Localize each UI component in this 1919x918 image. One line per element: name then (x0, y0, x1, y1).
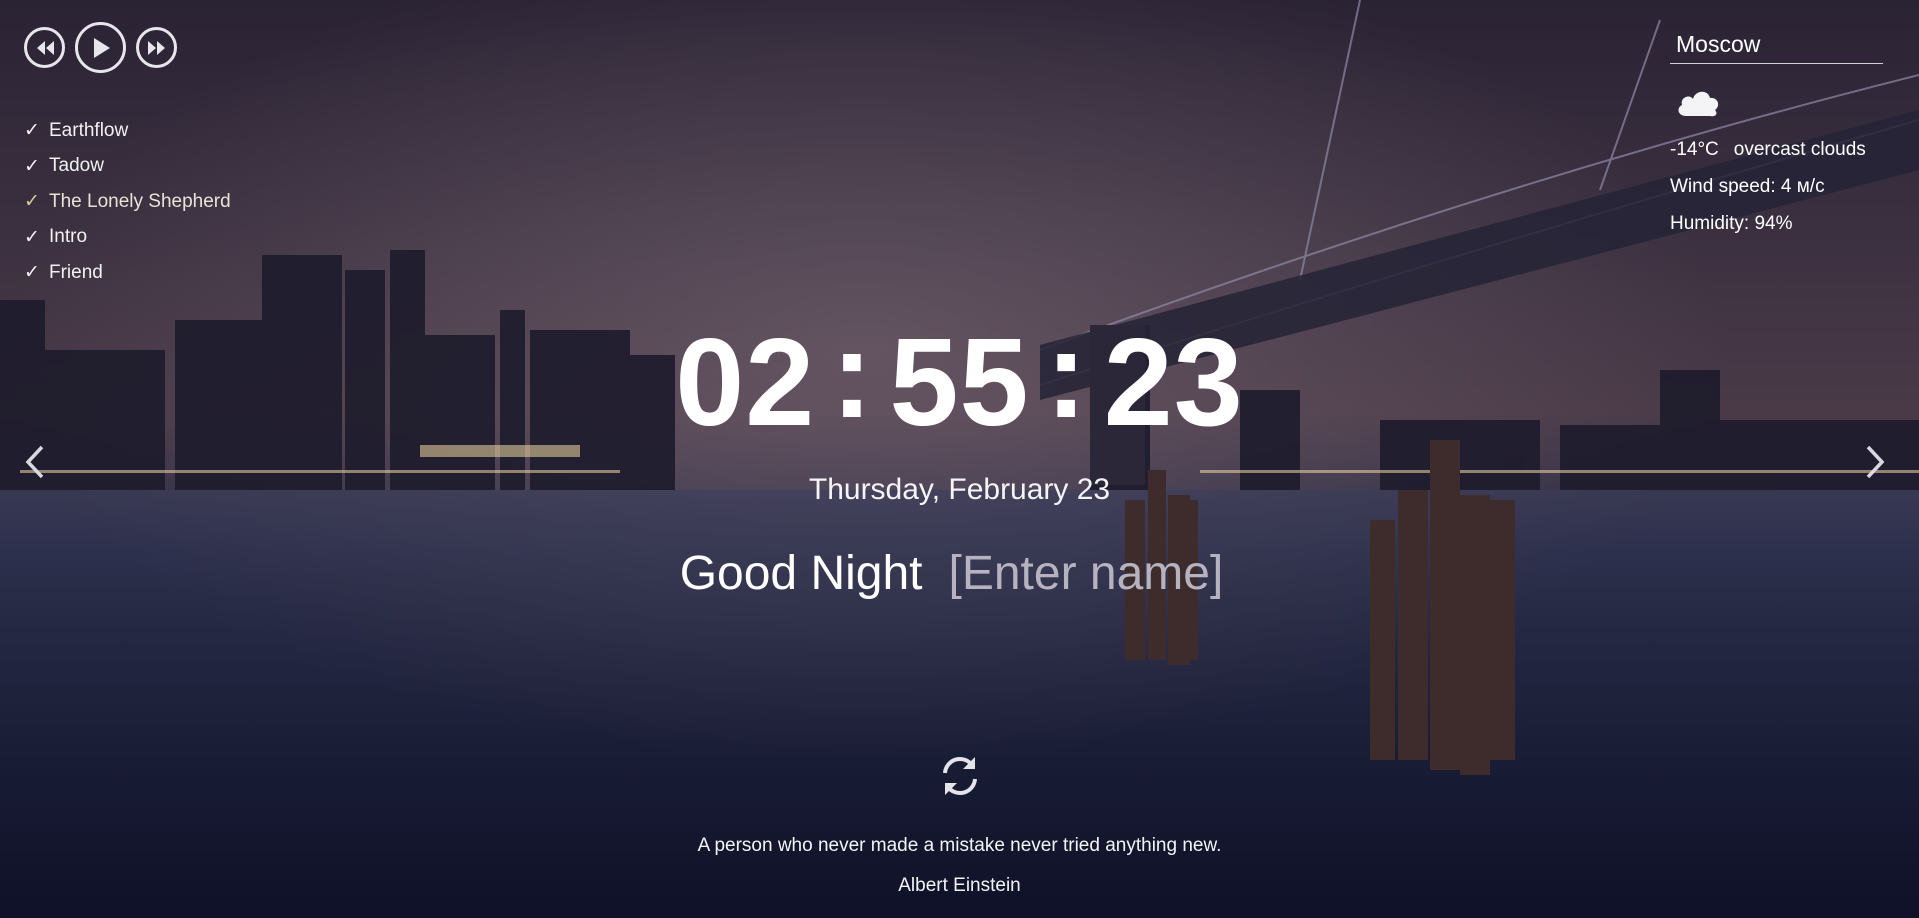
track-title: Tadow (49, 155, 104, 177)
date-display: Thursday, February 23 (808, 473, 1111, 506)
next-track-button[interactable] (136, 27, 177, 68)
check-icon: ✓ (24, 262, 40, 284)
play-icon (93, 37, 110, 58)
track-title: Intro (49, 226, 88, 248)
refresh-quote-button[interactable] (937, 753, 983, 799)
check-icon: ✓ (24, 226, 40, 248)
playlist-item-active[interactable]: ✓ The Lonely Shepherd (24, 184, 231, 220)
playlist-item[interactable]: ✓ Friend (24, 255, 231, 291)
greeting: Good Night [Enter name] (0, 546, 1919, 601)
playlist-item[interactable]: ✓ Tadow (24, 149, 231, 185)
name-input[interactable]: [Enter name] (949, 546, 1224, 601)
clock-seconds: 23 (1103, 314, 1244, 452)
track-title: Earthflow (49, 119, 129, 141)
quote-author: Albert Einstein (898, 875, 1021, 896)
check-icon: ✓ (24, 120, 40, 142)
wind-speed: Wind speed: 4 м/с (1670, 176, 1825, 197)
quote-text: A person who never made a mistake never … (697, 835, 1222, 856)
weather-summary: -14°C overcast clouds (1670, 138, 1883, 161)
clock-separator: : (1045, 306, 1088, 444)
clock-minutes: 55 (889, 314, 1030, 452)
playlist-item[interactable]: ✓ Intro (24, 220, 231, 256)
playlist-item[interactable]: ✓ Earthflow (24, 113, 231, 149)
track-title: Friend (49, 261, 103, 283)
play-button[interactable] (75, 22, 126, 73)
playlist: ✓ Earthflow ✓ Tadow ✓ The Lonely Shepherd ✓… (24, 113, 231, 291)
cloud-icon (1674, 84, 1883, 124)
weather-description: overcast clouds (1733, 139, 1866, 160)
temperature: -14°C (1670, 139, 1719, 160)
weather-widget: -14°C overcast clouds Wind speed: 4 м/с H… (1670, 26, 1883, 235)
audio-player (24, 22, 177, 73)
city-input[interactable] (1670, 26, 1883, 64)
fast-forward-icon (147, 40, 165, 55)
refresh-icon (943, 757, 977, 795)
check-icon: ✓ (24, 155, 40, 177)
clock: 02:55:23 (0, 310, 1919, 448)
clock-separator: : (831, 306, 874, 444)
check-icon: ✓ (24, 191, 40, 213)
track-title: The Lonely Shepherd (49, 190, 231, 212)
rewind-icon (36, 40, 54, 55)
clock-hours: 02 (675, 314, 816, 452)
previous-track-button[interactable] (24, 27, 65, 68)
greeting-text: Good Night (679, 547, 923, 600)
humidity: Humidity: 94% (1670, 213, 1793, 234)
